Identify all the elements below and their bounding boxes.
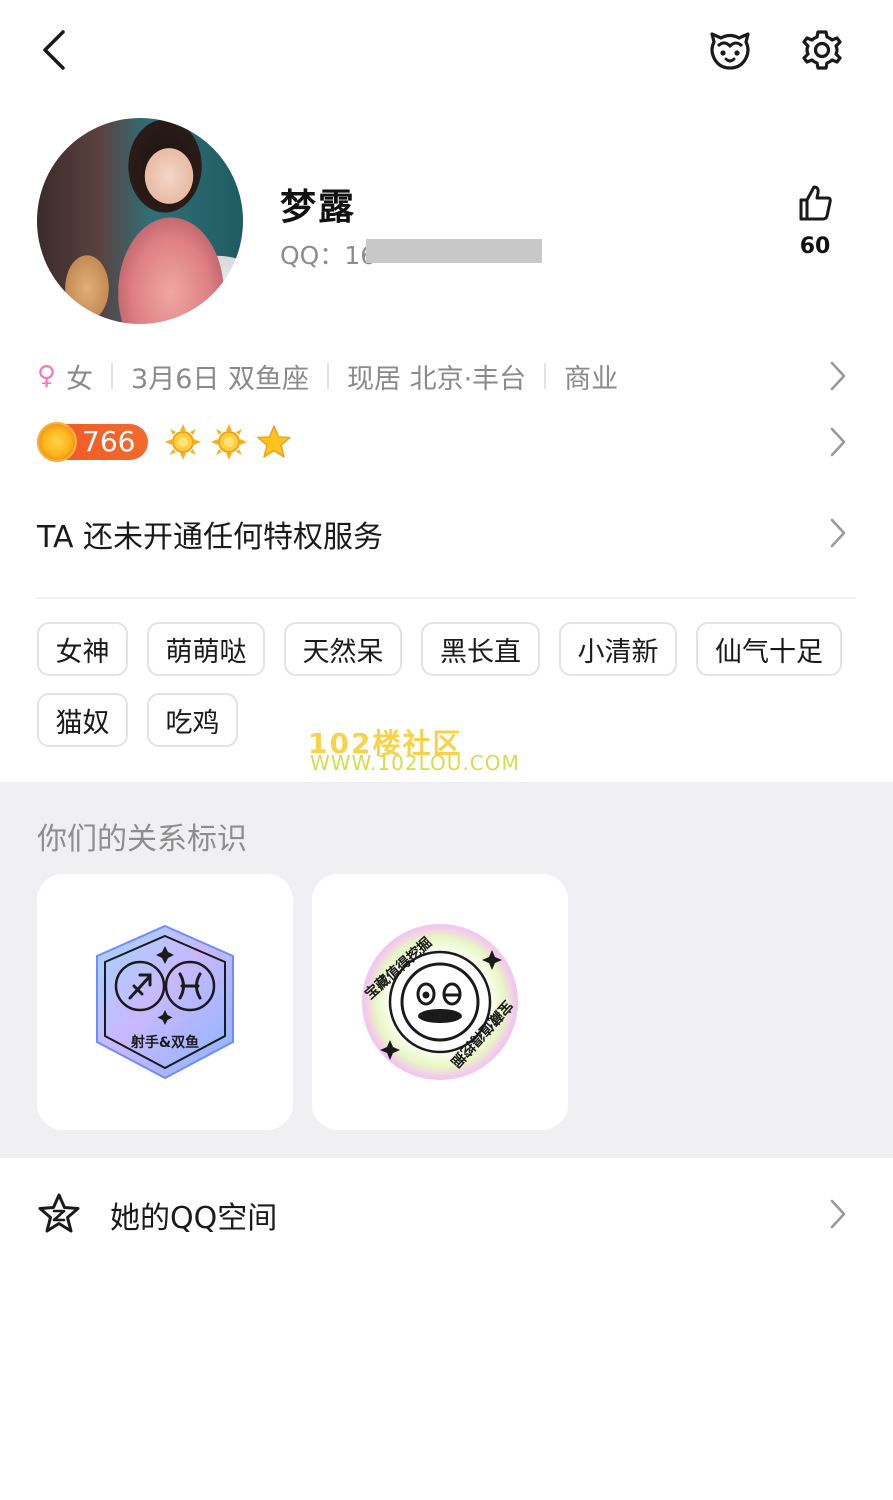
qq-label: QQ：1: [280, 241, 361, 270]
like-count: 60: [799, 234, 831, 259]
qzone-label: 她的QQ空间: [110, 1201, 278, 1236]
pet-button[interactable]: [706, 26, 754, 74]
sun-icon: [165, 424, 201, 460]
level-chevron-button[interactable]: [826, 422, 850, 462]
avatar[interactable]: [37, 118, 243, 324]
tag-item[interactable]: 女神: [37, 622, 128, 676]
info-chevron-button[interactable]: [826, 356, 850, 396]
divider: [37, 597, 856, 599]
separator: [544, 363, 547, 389]
thumbs-up-icon: [799, 185, 832, 221]
chevron-right-icon: [830, 1199, 846, 1229]
like-button[interactable]: [795, 184, 835, 226]
relation-card-zodiac[interactable]: 射手&双鱼: [37, 874, 293, 1130]
industry-text: 商业: [564, 363, 619, 395]
profile-name: 梦露: [280, 187, 357, 228]
qzone-chevron-button[interactable]: [826, 1194, 850, 1234]
level-value: 766: [82, 425, 136, 458]
separator: [111, 363, 114, 389]
tag-item[interactable]: 天然呆: [284, 622, 402, 676]
coin-icon: [37, 422, 77, 462]
separator: [327, 363, 329, 389]
birthday-text: 3月6日 双鱼座: [131, 363, 309, 395]
zodiac-hexagon-icon: [96, 924, 234, 1080]
star-icon: [257, 425, 291, 458]
female-icon: ♀: [37, 361, 57, 391]
privilege-chevron-button[interactable]: [826, 513, 850, 553]
profile-info-row[interactable]: ♀ 女 3月6日 双鱼座 现居 北京·丰台 商业: [37, 356, 618, 396]
tag-item[interactable]: 猫奴: [37, 693, 128, 747]
qq-number: QQ：16: [280, 236, 376, 272]
pet-face-icon: [710, 32, 750, 70]
tag-item[interactable]: 萌萌哒: [147, 622, 265, 676]
zodiac-badge-label: 射手&双鱼: [130, 1035, 200, 1051]
watermark-url: WWW.102LOU.COM: [310, 751, 520, 775]
sun-icon: [211, 424, 247, 460]
chevron-left-icon: [43, 30, 65, 70]
qzone-star-icon: [38, 1193, 80, 1233]
tag-item[interactable]: 黑长直: [421, 622, 540, 676]
chevron-right-icon: [830, 518, 846, 548]
location-text: 现居 北京·丰台: [347, 363, 527, 395]
settings-button[interactable]: [798, 26, 846, 74]
tag-item[interactable]: 仙气十足: [696, 622, 842, 676]
chevron-right-icon: [830, 361, 846, 391]
relation-card-treasure[interactable]: 宝藏值得挖掘 宝藏值得挖掘: [312, 874, 568, 1130]
gear-icon: [802, 30, 842, 70]
relation-title: 你们的关系标识: [37, 822, 247, 857]
qq-redaction: [366, 239, 542, 263]
back-button[interactable]: [34, 26, 74, 74]
treasure-face-icon: [362, 924, 518, 1080]
tag-item[interactable]: 小清新: [559, 622, 677, 676]
gender-text: 女: [66, 363, 94, 395]
privilege-text[interactable]: TA 还未开通任何特权服务: [37, 512, 383, 556]
tag-item[interactable]: 吃鸡: [147, 693, 238, 747]
chevron-right-icon: [830, 427, 846, 457]
